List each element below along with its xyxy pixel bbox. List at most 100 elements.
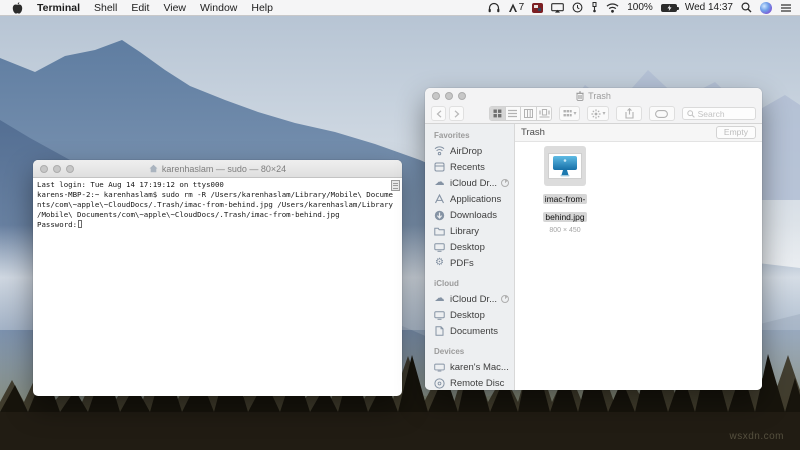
arrange-button[interactable]: ▾ (559, 106, 580, 121)
icon-view-button[interactable] (490, 107, 506, 120)
forward-button[interactable] (449, 106, 464, 121)
headphones-icon[interactable] (488, 1, 500, 14)
downloads-icon (434, 210, 445, 221)
menu-help[interactable]: Help (251, 2, 273, 14)
siri-icon[interactable] (760, 2, 772, 14)
sidebar-item-icloud-drive-2[interactable]: ☁ iCloud Dr... (425, 291, 514, 307)
terminal-content[interactable]: Last login: Tue Aug 14 17:19:12 on ttys0… (33, 178, 402, 396)
minimize-button[interactable] (445, 92, 453, 100)
finder-main-pane: Trash Empty (515, 124, 762, 390)
wallpaper-watermark: wsxdn.com (729, 431, 784, 442)
search-field[interactable]: Search (682, 107, 756, 120)
sidebar-item-remote-disc[interactable]: Remote Disc (425, 375, 514, 390)
sidebar-section-favorites: Favorites (434, 131, 514, 140)
action-button[interactable]: ▾ (587, 106, 609, 121)
zoom-button[interactable] (458, 92, 466, 100)
trash-icon (576, 91, 584, 101)
menu-shell[interactable]: Shell (94, 2, 117, 14)
home-icon (149, 164, 158, 173)
file-item[interactable]: imac-from-behind.jpg 800 × 450 (536, 146, 594, 234)
view-switcher (489, 106, 552, 121)
finder-window-title: Trash (588, 91, 611, 101)
file-dimensions: 800 × 450 (536, 227, 594, 234)
desktop-icon (434, 311, 445, 320)
airdrop-icon (434, 146, 445, 156)
terminal-title-bar[interactable]: karenhaslam — sudo — 80×24 (33, 160, 402, 178)
sidebar-item-desktop[interactable]: Desktop (425, 239, 514, 255)
empty-trash-button[interactable]: Empty (716, 126, 756, 139)
sidebar-item-icloud-documents[interactable]: Documents (425, 323, 514, 339)
menu-clock[interactable]: Wed 14:37 (685, 2, 733, 13)
sync-progress-icon (501, 179, 509, 187)
cloud-icon: ☁ (434, 294, 445, 304)
close-button[interactable] (40, 165, 48, 173)
terminal-line: karens-MBP-2:~ karenhaslam$ sudo rm -R /… (37, 190, 398, 200)
menu-app-name[interactable]: Terminal (37, 2, 80, 14)
coverflow-view-button[interactable] (537, 107, 552, 120)
cloud-icon: ☁ (434, 178, 445, 188)
menu-edit[interactable]: Edit (131, 2, 149, 14)
apple-menu-icon[interactable] (12, 2, 23, 14)
app-badge-icon[interactable]: 7 (508, 1, 525, 14)
terminal-line: Last login: Tue Aug 14 17:19:12 on ttys0… (37, 180, 398, 190)
terminal-line: /Mobile\ Documents/com\~apple\~CloudDocs… (37, 210, 398, 220)
airplay-display-icon[interactable] (551, 1, 564, 14)
chevron-down-icon: ▾ (573, 111, 576, 117)
menu-window[interactable]: Window (200, 2, 237, 14)
clapperboard-icon[interactable] (532, 3, 543, 13)
smart-folder-gear-icon: ⚙ (434, 258, 445, 268)
file-thumbnail-selection[interactable] (544, 146, 586, 186)
sidebar-item-applications[interactable]: Applications (425, 191, 514, 207)
terminal-cursor (78, 220, 82, 228)
folder-icon (434, 227, 445, 236)
time-machine-icon[interactable] (572, 1, 583, 14)
sidebar-item-pdfs[interactable]: ⚙ PDFs (425, 255, 514, 271)
share-button[interactable] (616, 106, 642, 121)
folder-title: Trash (521, 127, 545, 138)
tags-button[interactable] (649, 106, 675, 121)
terminal-traffic-lights (40, 165, 74, 173)
menu-bar: Terminal Shell Edit View Window Help 7 (0, 0, 800, 16)
sidebar-item-icloud-drive[interactable]: ☁ iCloud Dr... (425, 175, 514, 191)
list-view-button[interactable] (506, 107, 522, 120)
document-icon (434, 326, 445, 336)
file-name: imac-from-behind.jpg (543, 194, 588, 222)
sidebar-section-icloud: iCloud (434, 279, 514, 288)
search-placeholder: Search (698, 109, 725, 119)
close-button[interactable] (432, 92, 440, 100)
zoom-button[interactable] (66, 165, 74, 173)
column-view-button[interactable] (521, 107, 537, 120)
sidebar-section-devices: Devices (434, 347, 514, 356)
menu-view[interactable]: View (163, 2, 186, 14)
battery-percent: 100% (627, 2, 653, 13)
sidebar-item-recents[interactable]: Recents (425, 159, 514, 175)
sidebar-item-karens-mac[interactable]: karen's Mac... (425, 359, 514, 375)
finder-title-bar[interactable]: Trash (425, 88, 762, 104)
sidebar-item-library[interactable]: Library (425, 223, 514, 239)
spotlight-icon[interactable] (741, 1, 752, 14)
finder-window: Trash (425, 88, 762, 390)
notification-center-icon[interactable] (780, 1, 792, 14)
sidebar-item-downloads[interactable]: Downloads (425, 207, 514, 223)
disc-icon (434, 378, 445, 389)
recents-icon (434, 162, 445, 172)
dongle-icon[interactable] (591, 1, 598, 14)
wifi-icon[interactable] (606, 1, 619, 14)
finder-sidebar: Favorites AirDrop (425, 124, 515, 390)
battery-icon[interactable] (661, 4, 677, 12)
back-button[interactable] (431, 106, 446, 121)
minimize-button[interactable] (53, 165, 61, 173)
sidebar-item-icloud-desktop[interactable]: Desktop (425, 307, 514, 323)
file-thumbnail (548, 153, 582, 179)
finder-toolbar: ▾ ▾ (425, 104, 762, 123)
trash-header-bar: Trash Empty (515, 124, 762, 142)
sidebar-item-airdrop[interactable]: AirDrop (425, 143, 514, 159)
mac-display-icon (434, 363, 445, 372)
app-badge-count: 7 (519, 2, 525, 13)
imac-back-image (552, 155, 578, 177)
terminal-prompt-line: Password: (37, 220, 398, 230)
scrollbar-marker-icon[interactable] (391, 180, 400, 191)
chevron-down-icon: ▾ (602, 111, 605, 117)
search-icon (687, 110, 695, 118)
applications-icon (434, 194, 445, 204)
